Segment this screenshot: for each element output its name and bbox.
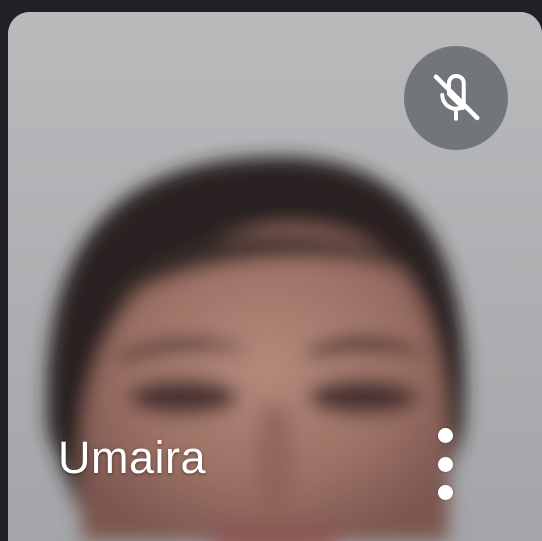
participant-name-label: Umaira [58,432,207,483]
more-vert-icon-dot [437,485,453,500]
more-options-button[interactable] [428,424,462,504]
more-vert-icon-dot [437,456,453,472]
more-vert-icon-dot [437,428,453,443]
participant-tile[interactable]: Umaira [8,12,542,541]
mic-off-icon [433,74,480,121]
meeting-app: Umaira [0,0,542,541]
mute-status-indicator [404,46,508,150]
